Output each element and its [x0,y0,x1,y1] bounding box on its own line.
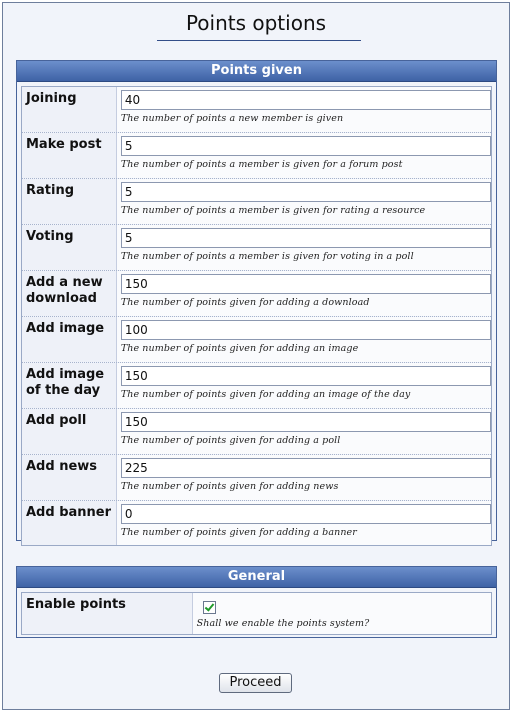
row-label: Voting [22,225,116,270]
row-hint: The number of points a member is given f… [120,159,403,170]
row-field: Shall we enable the points system? [191,593,491,634]
row-add-download: Add a new download 150 The number of poi… [22,270,491,316]
row-field: 5 The number of points a member is given… [115,225,491,270]
add-poll-points-input[interactable]: 150 [120,412,491,432]
row-field: 100 The number of points given for addin… [115,317,491,362]
joining-points-input[interactable]: 40 [120,90,491,110]
row-field: 5 The number of points a member is given… [115,179,491,224]
row-add-poll: Add poll 150 The number of points given … [22,408,491,454]
row-label: Joining [22,87,116,132]
row-field: 150 The number of points given for addin… [115,271,491,316]
row-label: Add image [22,317,116,362]
row-label: Rating [22,179,116,224]
row-label: Enable points [22,593,192,634]
row-hint: The number of points a member is given f… [120,205,426,216]
row-hint: The number of points given for adding a … [120,297,370,308]
row-hint: The number of points a member is given f… [120,251,414,262]
row-add-banner: Add banner 0 The number of points given … [22,500,491,545]
row-add-news: Add news 225 The number of points given … [22,454,491,500]
points-given-table: Joining 40 The number of points a new me… [21,86,492,546]
general-panel: General Enable points Shall we enable th… [16,566,497,638]
row-field: 225 The number of points given for addin… [115,455,491,500]
row-hint: The number of points given for adding a … [120,435,341,446]
page-title: Points options [185,11,327,35]
row-hint: The number of points given for adding ne… [120,481,339,492]
row-enable-points: Enable points Shall we enable the points… [22,593,491,634]
title-underline [157,40,361,41]
make-post-points-input[interactable]: 5 [120,136,491,156]
add-download-points-input[interactable]: 150 [120,274,491,294]
row-label: Add image of the day [22,363,116,408]
row-hint: The number of points given for adding an… [120,343,359,354]
general-header: General [17,567,496,588]
voting-points-input[interactable]: 5 [120,228,491,248]
add-banner-points-input[interactable]: 0 [120,504,491,524]
add-image-of-the-day-points-input[interactable]: 150 [120,366,491,386]
row-label: Add banner [22,501,116,545]
general-table: Enable points Shall we enable the points… [21,592,492,635]
row-field: 150 The number of points given for addin… [115,409,491,454]
row-field: 5 The number of points a member is given… [115,133,491,178]
row-field: 150 The number of points given for addin… [115,363,491,408]
row-rating: Rating 5 The number of points a member i… [22,178,491,224]
row-make-post: Make post 5 The number of points a membe… [22,132,491,178]
proceed-button[interactable]: Proceed [219,673,292,693]
add-news-points-input[interactable]: 225 [120,458,491,478]
row-field: 40 The number of points a new member is … [115,87,491,132]
row-label: Make post [22,133,116,178]
enable-points-checkbox[interactable] [202,601,216,614]
rating-points-input[interactable]: 5 [120,182,491,202]
row-voting: Voting 5 The number of points a member i… [22,224,491,270]
row-label: Add a new download [22,271,116,316]
row-joining: Joining 40 The number of points a new me… [22,87,491,132]
add-image-points-input[interactable]: 100 [120,320,491,340]
row-add-image: Add image 100 The number of points given… [22,316,491,362]
row-field: 0 The number of points given for adding … [115,501,491,545]
row-label: Add news [22,455,116,500]
points-given-header: Points given [17,61,496,82]
row-hint: The number of points given for adding a … [120,527,357,538]
row-hint: The number of points a new member is giv… [120,113,344,124]
row-label: Add poll [22,409,116,454]
row-hint: The number of points given for adding an… [120,389,411,400]
points-given-panel: Points given Joining 40 The number of po… [16,60,497,546]
row-add-image-of-the-day: Add image of the day 150 The number of p… [22,362,491,408]
row-hint: Shall we enable the points system? [196,618,370,629]
